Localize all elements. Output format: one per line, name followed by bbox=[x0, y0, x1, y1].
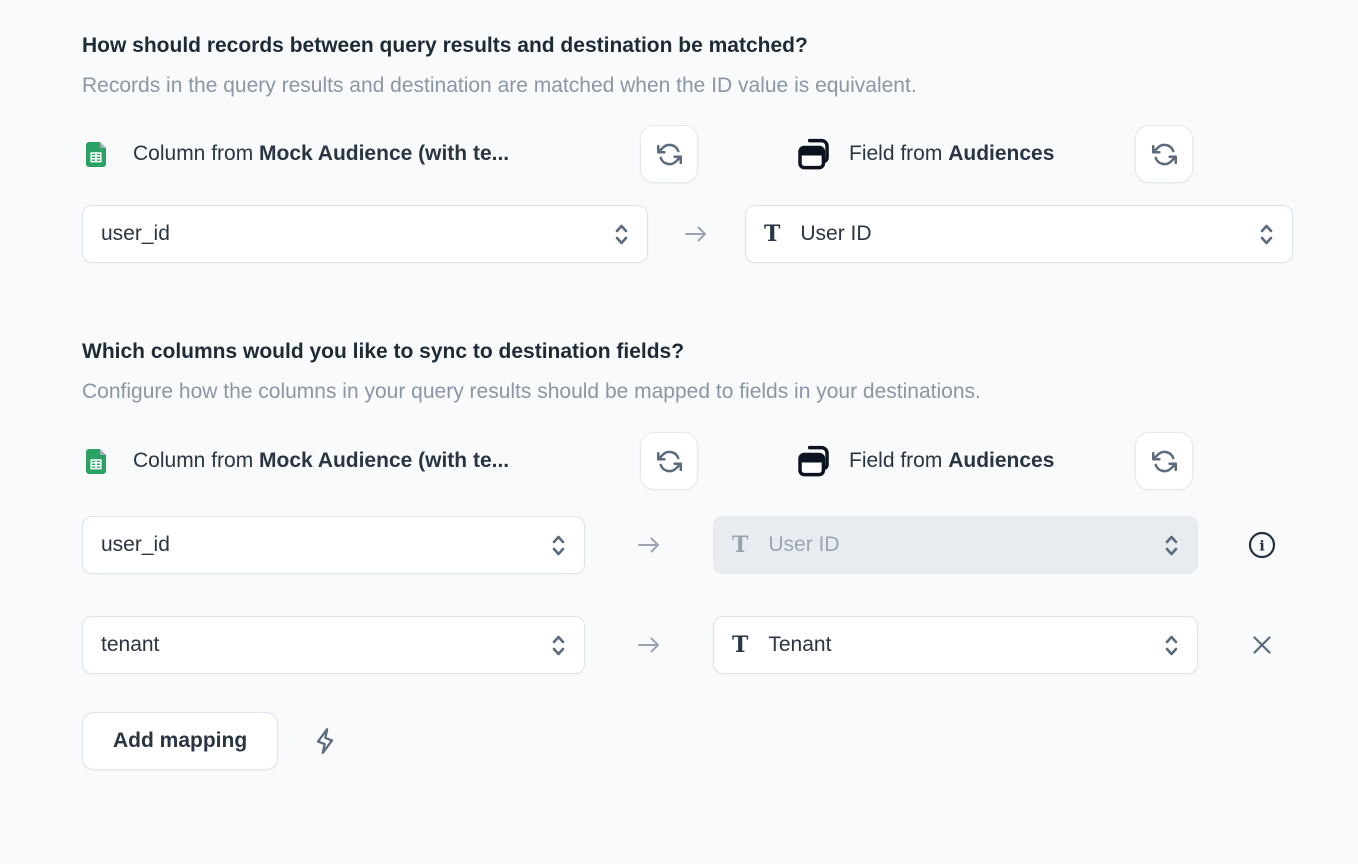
google-sheets-icon bbox=[82, 140, 110, 168]
match-source-column-select[interactable]: user_id bbox=[82, 205, 648, 263]
select-value: user_id bbox=[101, 533, 549, 557]
sync-refresh-icon bbox=[1151, 448, 1178, 475]
select-value: user_id bbox=[101, 222, 612, 246]
chevron-updown-icon bbox=[1162, 532, 1181, 559]
remove-mapping-button[interactable] bbox=[1247, 630, 1277, 660]
sync-refresh-icon bbox=[1151, 141, 1178, 168]
matching-question-subtitle: Records in the query results and destina… bbox=[82, 68, 1282, 104]
mapping-source-select[interactable]: user_id bbox=[82, 516, 585, 574]
select-value: tenant bbox=[101, 633, 549, 657]
sync-column-headers: Column from Mock Audience (with te... Fi… bbox=[82, 432, 1358, 490]
destination-field-header: Field from Audiences bbox=[795, 442, 1135, 481]
source-column-header: Column from Mock Audience (with te... bbox=[82, 447, 640, 475]
mapping-row-user-id: user_id T User ID bbox=[82, 516, 1358, 574]
refresh-source-columns-button[interactable] bbox=[640, 125, 698, 183]
source-header-label: Column from Mock Audience (with te... bbox=[133, 449, 509, 473]
chevron-updown-icon bbox=[1162, 632, 1181, 659]
string-type-icon: T bbox=[732, 532, 748, 558]
destination-field-header: Field from Audiences bbox=[795, 135, 1135, 174]
sync-refresh-icon bbox=[656, 141, 683, 168]
arrow-right-icon bbox=[636, 535, 663, 555]
sync-columns-subtitle: Configure how the columns in your query … bbox=[82, 374, 982, 410]
info-icon: i bbox=[1247, 530, 1277, 560]
select-value: User ID bbox=[800, 222, 1257, 246]
source-column-header: Column from Mock Audience (with te... bbox=[82, 140, 640, 168]
sync-columns-title: Which columns would you like to sync to … bbox=[82, 338, 1358, 366]
refresh-source-columns-button[interactable] bbox=[640, 432, 698, 490]
chevron-updown-icon bbox=[612, 221, 631, 248]
arrow-right-icon bbox=[683, 224, 710, 244]
destination-header-label: Field from Audiences bbox=[849, 449, 1054, 473]
matching-column-headers: Column from Mock Audience (with te... Fi… bbox=[82, 125, 1358, 183]
mapping-destination-select[interactable]: T Tenant bbox=[713, 616, 1198, 674]
destination-windows-icon bbox=[795, 135, 834, 174]
suggest-mappings-lightning-icon[interactable] bbox=[312, 727, 338, 755]
close-x-icon bbox=[1247, 630, 1277, 660]
string-type-icon: T bbox=[732, 632, 748, 658]
mapping-row-tenant: tenant T Tenant bbox=[82, 616, 1358, 674]
chevron-updown-icon bbox=[549, 532, 568, 559]
svg-text:i: i bbox=[1259, 539, 1264, 555]
select-value: Tenant bbox=[768, 633, 1162, 657]
add-mapping-button[interactable]: Add mapping bbox=[82, 712, 278, 770]
destination-windows-icon bbox=[795, 442, 834, 481]
matching-question-title: How should records between query results… bbox=[82, 32, 1358, 60]
chevron-updown-icon bbox=[1257, 221, 1276, 248]
source-header-label: Column from Mock Audience (with te... bbox=[133, 142, 509, 166]
match-destination-field-select[interactable]: T User ID bbox=[745, 205, 1293, 263]
select-value: User ID bbox=[768, 533, 1162, 557]
arrow-right-icon bbox=[636, 635, 663, 655]
add-mapping-row: Add mapping bbox=[82, 712, 1358, 770]
chevron-updown-icon bbox=[549, 632, 568, 659]
mapping-info-button[interactable]: i bbox=[1247, 530, 1277, 560]
google-sheets-icon bbox=[82, 447, 110, 475]
refresh-destination-fields-button[interactable] bbox=[1135, 432, 1193, 490]
string-type-icon: T bbox=[764, 221, 780, 247]
sync-refresh-icon bbox=[656, 448, 683, 475]
mapping-destination-select-disabled: T User ID bbox=[713, 516, 1198, 574]
matching-mapping-row: user_id T User ID bbox=[82, 205, 1358, 263]
refresh-destination-fields-button[interactable] bbox=[1135, 125, 1193, 183]
mapping-source-select[interactable]: tenant bbox=[82, 616, 585, 674]
sync-configuration-panel: How should records between query results… bbox=[0, 0, 1358, 864]
destination-header-label: Field from Audiences bbox=[849, 142, 1054, 166]
